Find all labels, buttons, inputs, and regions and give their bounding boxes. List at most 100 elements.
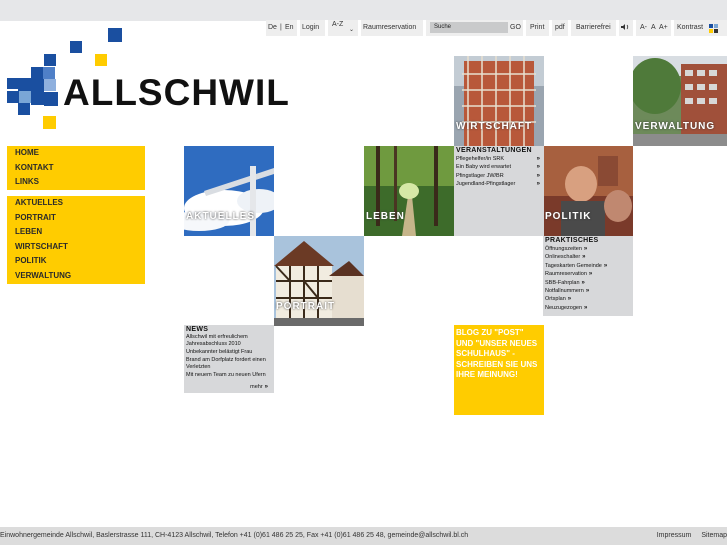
kontrast-link[interactable]: Kontrast	[677, 20, 703, 36]
news-item-link[interactable]: Allschwil mit erfreulichem Jahresabschlu…	[184, 334, 274, 348]
nav-item-wirtschaft[interactable]: WIRTSCHAFT	[7, 240, 145, 255]
tile-verwaltung[interactable]: VERWALTUNG	[633, 56, 727, 146]
nav-item-verwaltung[interactable]: VERWALTUNG	[7, 269, 145, 284]
news-more-link[interactable]: mehr»	[250, 384, 268, 390]
lang-de-link[interactable]: De	[268, 20, 277, 36]
blog-teaser[interactable]: BLOG ZU "POST" UND "UNSER NEUES SCHULHAU…	[454, 325, 544, 415]
tile-leben[interactable]: LEBEN	[364, 146, 454, 236]
event-link[interactable]: Pflegehelfer/in SRK	[456, 156, 504, 162]
list-item[interactable]: Raumreservation»	[543, 270, 633, 278]
contrast-swatch-icon[interactable]	[709, 24, 713, 28]
toolbar-divider	[523, 20, 526, 36]
main-nav: AKTUELLES PORTRAIT LEBEN WIRTSCHAFT POLI…	[7, 196, 145, 284]
search-input[interactable]: Suche	[430, 22, 508, 33]
veranstaltungen-panel: VERANSTALTUNGEN Pflegehelfer/in SRK » Ein…	[454, 146, 544, 236]
search-go-button[interactable]: GO	[510, 20, 521, 36]
impressum-link[interactable]: Impressum	[657, 532, 692, 539]
sitemap-link[interactable]: Sitemap	[701, 532, 727, 539]
tile-aktuelles[interactable]: AKTUELLES	[184, 146, 274, 236]
event-link[interactable]: Ein Baby wird erwartet	[456, 164, 511, 170]
news-item-link[interactable]: Mit neuem Team zu neuen Ufern	[184, 372, 274, 379]
news-item-link[interactable]: Unbekannter belästigt Frau	[184, 349, 274, 356]
list-item[interactable]: Tageskarten Gemeinde»	[543, 262, 633, 270]
barrierefrei-link[interactable]: Barrierefrei	[576, 20, 611, 36]
footer-links: Impressum Sitemap	[657, 527, 727, 545]
contrast-swatch-icon[interactable]	[709, 29, 713, 33]
aktuelles-image	[184, 146, 274, 236]
toolbar-divider	[671, 20, 674, 36]
list-item[interactable]: Jugendland-Pfingstlager »	[454, 180, 544, 188]
double-chevron-icon: »	[585, 287, 590, 294]
list-item[interactable]: Onlineschalter»	[543, 253, 633, 261]
list-item[interactable]: Ortsplan»	[543, 295, 633, 303]
chevron-down-icon[interactable]: ⌄	[349, 22, 354, 38]
logo-square	[18, 78, 31, 91]
event-link[interactable]: Jugendland-Pfingstlager	[456, 181, 515, 187]
lang-en-link[interactable]: En	[285, 20, 294, 36]
double-chevron-icon: »	[536, 172, 540, 179]
tile-label: WIRTSCHAFT	[456, 121, 533, 132]
list-item[interactable]: Notfallnummern»	[543, 287, 633, 295]
tile-politik[interactable]: POLITIK	[543, 146, 633, 236]
portrait-image	[274, 236, 364, 326]
footer-address: Einwohnergemeinde Allschwil, Baslerstras…	[0, 532, 469, 539]
logo-square	[31, 92, 44, 105]
news-more-label: mehr	[250, 384, 263, 390]
double-chevron-icon: »	[584, 304, 588, 311]
tile-label: POLITIK	[545, 211, 592, 222]
contrast-swatch-icon[interactable]	[714, 29, 718, 33]
service-link[interactable]: Tageskarten Gemeinde	[545, 263, 602, 269]
speaker-icon[interactable]	[621, 20, 630, 36]
service-link[interactable]: Öffnungszeiten	[545, 246, 582, 252]
logo-square	[44, 79, 56, 91]
list-item[interactable]: SBB-Fahrplan»	[543, 279, 633, 287]
footer: Einwohnergemeinde Allschwil, Baslerstras…	[0, 527, 727, 545]
verwaltung-image	[633, 56, 727, 146]
double-chevron-icon: »	[603, 262, 608, 269]
nav-item-kontakt[interactable]: KONTAKT	[7, 161, 145, 176]
contrast-swatch-icon[interactable]	[714, 24, 718, 28]
nav-item-portrait[interactable]: PORTRAIT	[7, 211, 145, 226]
pdf-link[interactable]: pdf	[555, 20, 565, 36]
list-item[interactable]: Öffnungszeiten»	[543, 245, 633, 253]
tile-wirtschaft[interactable]: WIRTSCHAFT	[454, 56, 544, 146]
double-chevron-icon: »	[581, 279, 585, 286]
service-link[interactable]: Onlineschalter	[545, 254, 580, 260]
nav-item-leben[interactable]: LEBEN	[7, 225, 145, 240]
list-item[interactable]: Pfingstlager JW/BR »	[454, 172, 544, 180]
az-link[interactable]: A-Z	[332, 17, 343, 33]
news-item-link[interactable]: Brand am Dorfplatz fordert einen Verletz…	[184, 357, 274, 371]
event-link[interactable]: Pfingstlager JW/BR	[456, 173, 504, 179]
font-decrease-button[interactable]: A-	[640, 20, 647, 36]
nav-item-aktuelles[interactable]: AKTUELLES	[7, 196, 145, 211]
double-chevron-icon: »	[582, 254, 586, 261]
nav-item-home[interactable]: HOME	[7, 146, 145, 161]
print-link[interactable]: Print	[530, 20, 544, 36]
service-link[interactable]: Notfallnummern	[545, 288, 584, 294]
font-normal-button[interactable]: A	[651, 20, 656, 36]
logo-square	[108, 28, 122, 42]
nav-item-links[interactable]: LINKS	[7, 175, 145, 190]
service-link[interactable]: Ortsplan	[545, 296, 566, 302]
nav-item-politik[interactable]: POLITIK	[7, 254, 145, 269]
tile-label: VERWALTUNG	[635, 121, 716, 132]
logo-wordmark: ALLSCHWIL	[63, 72, 290, 113]
leben-image	[364, 146, 454, 236]
toolbar-divider	[297, 20, 300, 36]
list-item[interactable]: Pflegehelfer/in SRK »	[454, 155, 544, 163]
double-chevron-icon: »	[536, 164, 540, 171]
service-link[interactable]: Raumreservation	[545, 271, 587, 277]
list-item[interactable]: Neuzugezogen»	[543, 304, 633, 312]
lang-separator: |	[280, 24, 282, 31]
service-link[interactable]: Neuzugezogen	[545, 305, 582, 311]
login-link[interactable]: Login	[302, 20, 319, 36]
tile-portrait[interactable]: PORTRAIT	[274, 236, 364, 326]
veranstaltungen-title: VERANSTALTUNGEN	[456, 147, 532, 154]
toolbar-divider	[616, 20, 619, 36]
logo-square	[19, 91, 31, 103]
list-item[interactable]: Ein Baby wird erwartet »	[454, 163, 544, 171]
double-chevron-icon: »	[588, 271, 593, 278]
service-link[interactable]: SBB-Fahrplan	[545, 280, 580, 286]
font-increase-button[interactable]: A+	[659, 20, 668, 36]
raumreservation-link[interactable]: Raumreservation	[363, 20, 416, 36]
